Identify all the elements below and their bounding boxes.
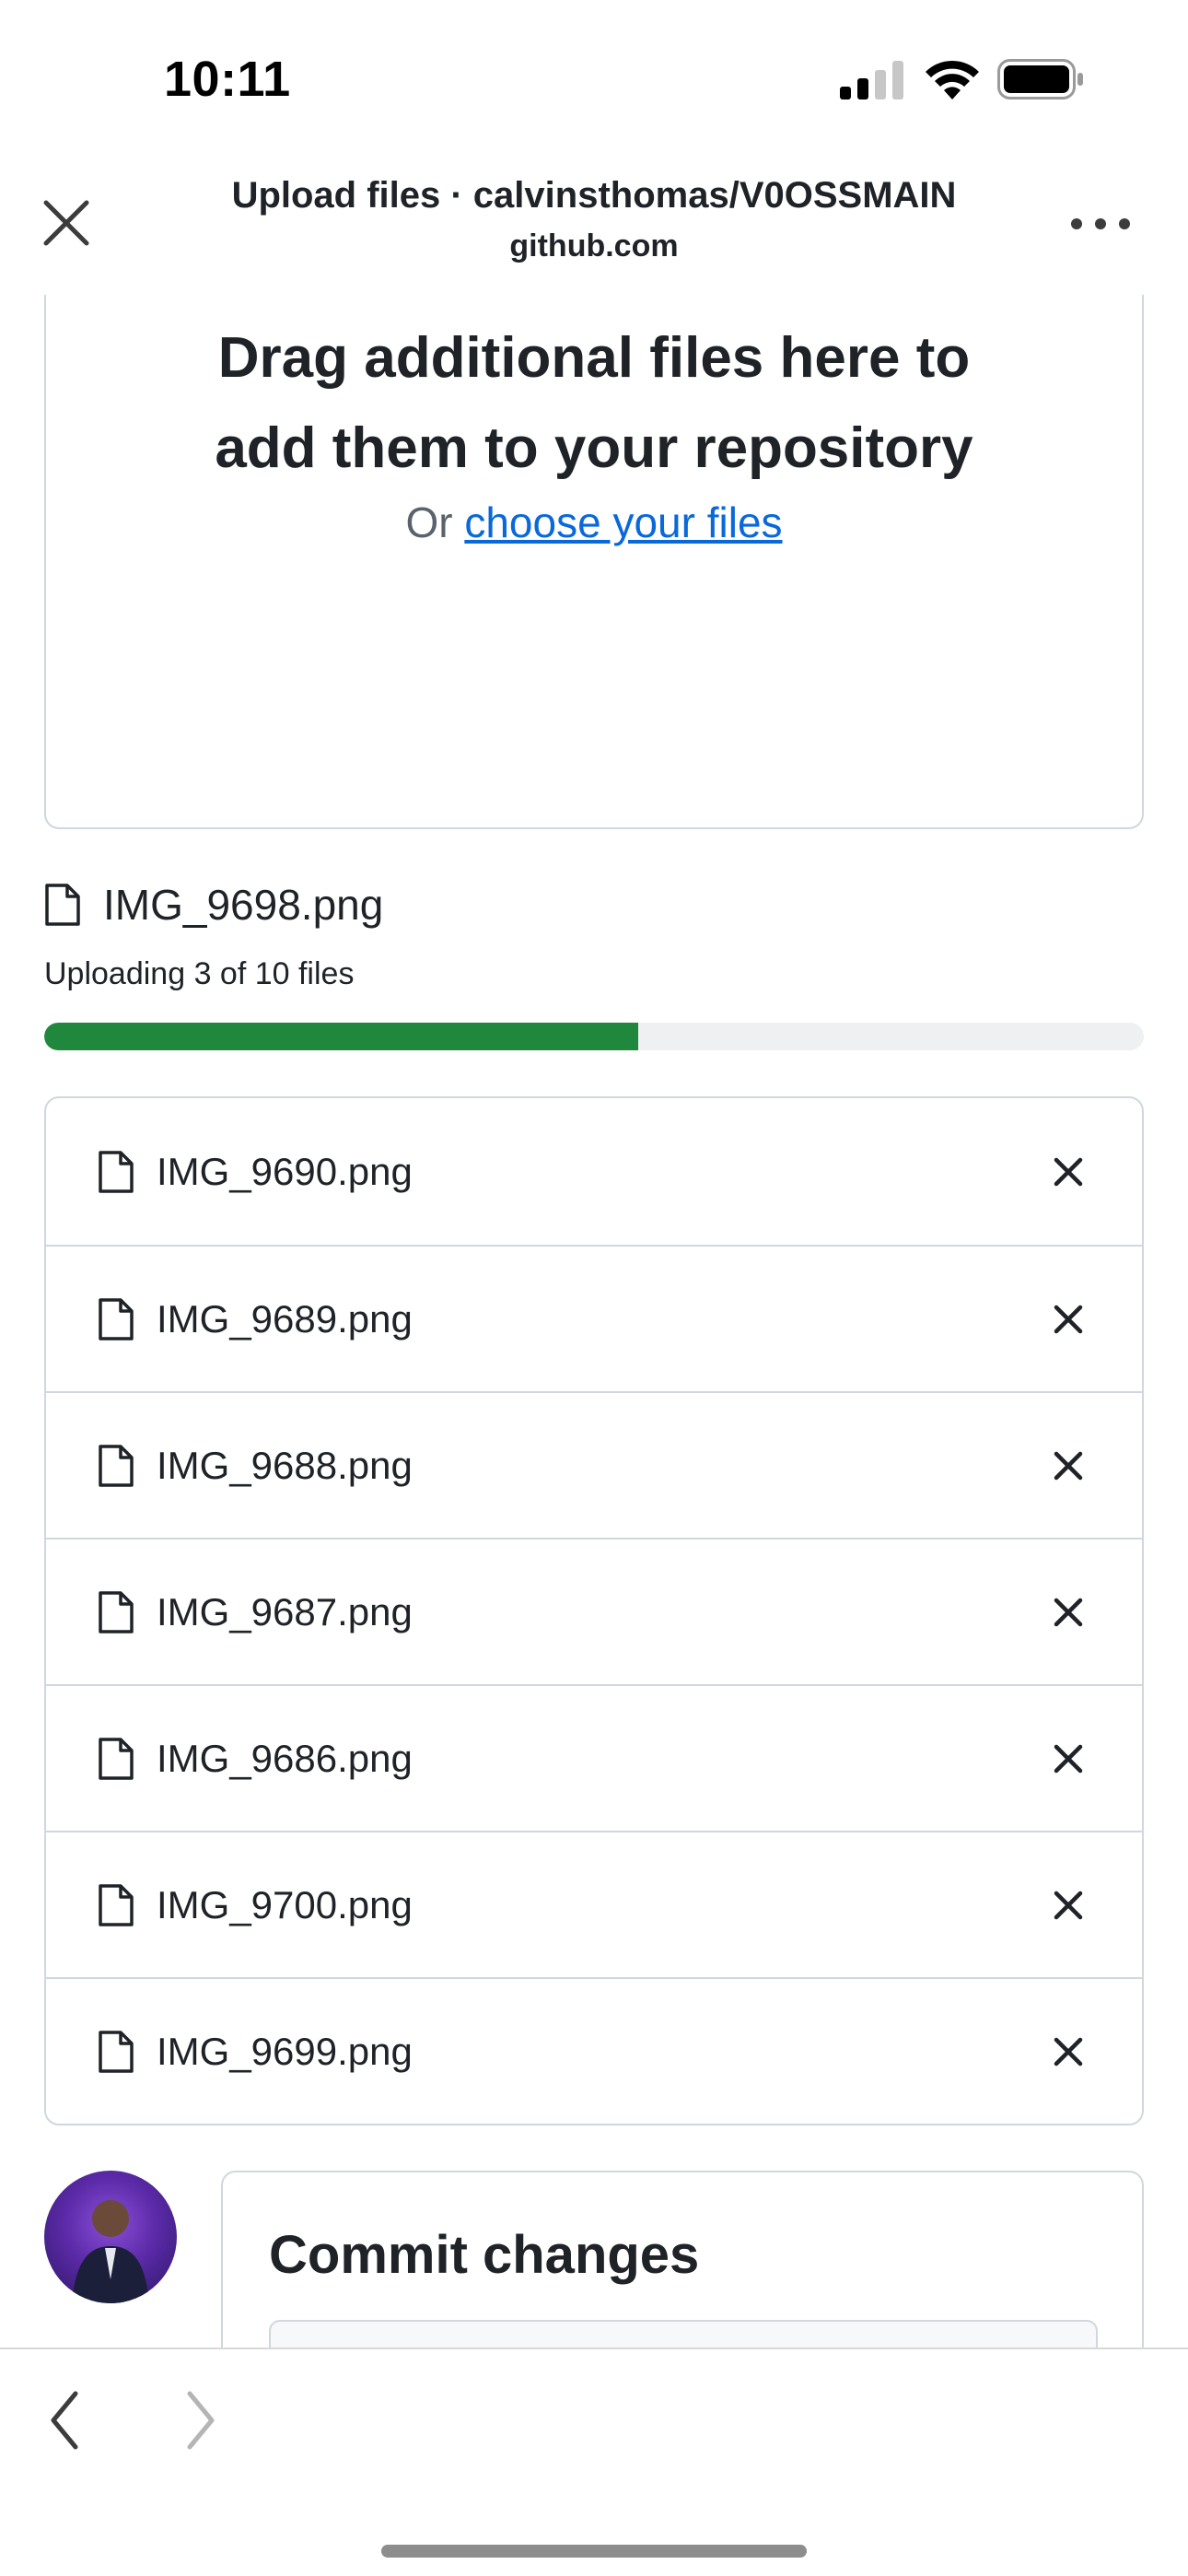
file-icon	[45, 884, 80, 926]
close-icon	[1054, 1744, 1083, 1773]
back-chevron-icon[interactable]	[46, 2388, 83, 2453]
file-name: IMG_9686.png	[157, 1736, 413, 1780]
file-icon	[99, 1444, 134, 1487]
status-bar: 10:11	[0, 0, 1188, 157]
file-name: IMG_9699.png	[157, 2029, 413, 2073]
remove-file-button[interactable]	[1042, 1294, 1094, 1345]
page-domain: github.com	[509, 228, 679, 263]
file-row: IMG_9700.png	[46, 1831, 1142, 1977]
remove-file-button[interactable]	[1042, 1587, 1094, 1638]
remove-file-button[interactable]	[1042, 2026, 1094, 2078]
file-name: IMG_9690.png	[157, 1149, 413, 1193]
file-dropzone[interactable]: Drag additional files here to add them t…	[44, 295, 1144, 829]
file-row: IMG_9699.png	[46, 1977, 1142, 2124]
cellular-signal-icon	[840, 61, 903, 100]
close-icon	[1054, 1598, 1083, 1626]
close-icon	[1054, 1891, 1083, 1919]
upload-progress-bar	[44, 1023, 1144, 1050]
choose-files-link[interactable]: choose your files	[464, 498, 782, 546]
current-file-name: IMG_9698.png	[103, 881, 384, 929]
avatar-image	[72, 2200, 149, 2303]
remove-file-button[interactable]	[1042, 1879, 1094, 1931]
dropzone-heading-line2: add them to your repository	[215, 416, 973, 480]
file-name: IMG_9689.png	[157, 1296, 413, 1341]
dropzone-or-line: Or choose your files	[46, 498, 1142, 547]
current-upload-file: IMG_9698.png	[44, 877, 383, 932]
file-row: IMG_9686.png	[46, 1684, 1142, 1831]
file-row: IMG_9689.png	[46, 1245, 1142, 1391]
remove-file-button[interactable]	[1042, 1440, 1094, 1492]
file-icon	[99, 1737, 134, 1780]
file-name: IMG_9700.png	[157, 1882, 413, 1926]
more-options-icon[interactable]	[1068, 207, 1133, 240]
commit-panel: Commit changes	[221, 2171, 1144, 2348]
dropzone-or-text: Or	[405, 498, 453, 546]
file-row: IMG_9687.png	[46, 1538, 1142, 1684]
file-row: IMG_9688.png	[46, 1391, 1142, 1538]
close-icon	[1054, 2037, 1083, 2066]
dropzone-heading: Drag additional files here to add them t…	[46, 313, 1142, 494]
file-name: IMG_9688.png	[157, 1443, 413, 1487]
file-name: IMG_9687.png	[157, 1589, 413, 1633]
page-title: Upload files · calvinsthomas/V0OSSMAIN	[231, 175, 957, 216]
commit-message-input[interactable]	[269, 2320, 1098, 2348]
file-row: IMG_9690.png	[46, 1098, 1142, 1245]
remove-file-button[interactable]	[1042, 1733, 1094, 1785]
file-icon	[99, 1883, 134, 1926]
browser-toolbar	[0, 2348, 1188, 2576]
close-icon[interactable]	[37, 193, 96, 252]
file-icon	[99, 2030, 134, 2073]
status-time: 10:11	[164, 52, 291, 107]
upload-progress-fill	[44, 1023, 638, 1050]
wifi-icon	[926, 60, 979, 100]
file-icon	[99, 1150, 134, 1193]
close-icon	[1054, 1451, 1083, 1480]
home-indicator[interactable]	[381, 2545, 807, 2558]
file-icon	[99, 1297, 134, 1341]
forward-chevron-icon[interactable]	[182, 2388, 219, 2453]
file-icon	[99, 1590, 134, 1633]
upload-progress-text: Uploading 3 of 10 files	[44, 956, 355, 991]
file-list: IMG_9690.png IMG_9689.png IMG_9688.png IMG_…	[44, 1096, 1144, 2125]
page-content: Drag additional files here to add them t…	[0, 295, 1188, 2348]
remove-file-button[interactable]	[1042, 1146, 1094, 1198]
dropzone-heading-line1: Drag additional files here to	[217, 326, 971, 390]
commit-title: Commit changes	[269, 2225, 700, 2285]
close-icon	[1054, 1157, 1083, 1186]
avatar[interactable]	[44, 2171, 177, 2303]
close-icon	[1054, 1305, 1083, 1333]
battery-icon	[997, 59, 1083, 100]
